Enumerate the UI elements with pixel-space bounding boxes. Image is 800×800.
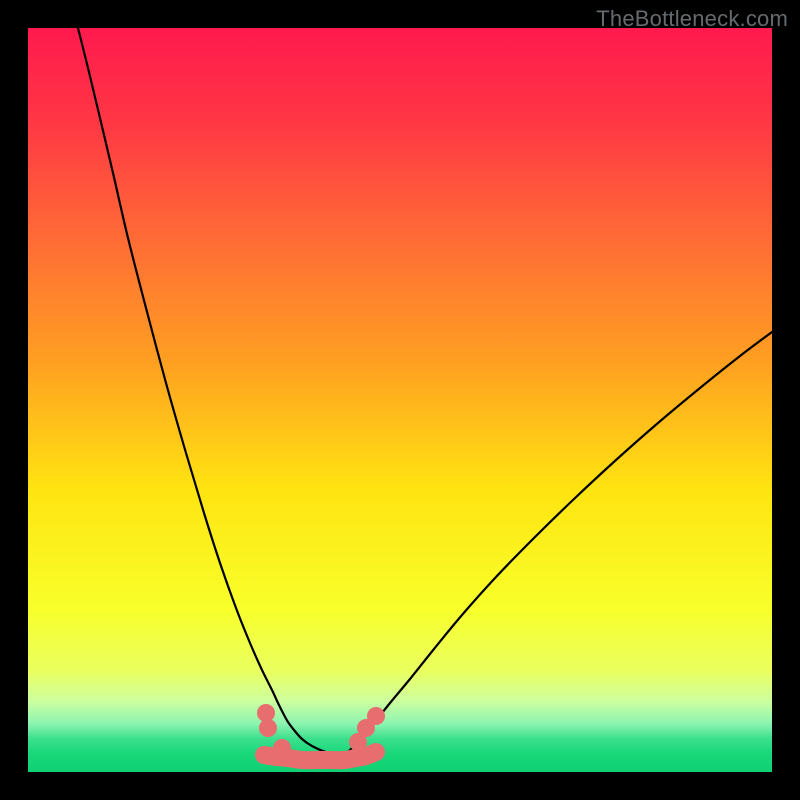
marker-dot-1 [259,719,277,737]
outer-frame: TheBottleneck.com [0,0,800,800]
marker-dot-4 [349,733,367,751]
marker-dot-2 [273,739,291,757]
plot-area [28,28,772,772]
marker-dot-5 [367,707,385,725]
chart-svg [28,28,772,772]
gradient-background [28,28,772,772]
